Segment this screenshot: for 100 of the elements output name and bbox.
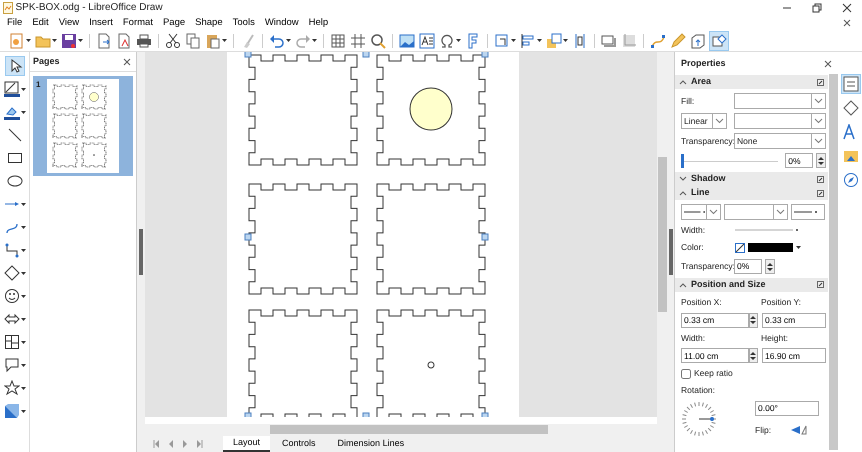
menu-item[interactable]: Shape [190, 15, 228, 30]
selection-handle[interactable] [244, 234, 252, 240]
menu-item[interactable]: Insert [84, 15, 118, 30]
spin-button[interactable] [816, 153, 826, 168]
box-outline-drawing[interactable] [248, 184, 358, 294]
selection-handle[interactable] [482, 234, 488, 240]
spin-button[interactable] [749, 348, 758, 364]
small-circle-shape[interactable] [428, 362, 434, 368]
layer-tab[interactable]: Dimension Lines [328, 436, 414, 452]
scrollbar-thumb[interactable] [270, 425, 548, 434]
panel-title: Properties [681, 56, 726, 70]
copy-button[interactable] [184, 30, 202, 50]
section-header[interactable]: Area [675, 75, 828, 89]
transparency-slider[interactable] [681, 154, 778, 168]
flip-vertical-button[interactable] [789, 424, 810, 436]
selection-handle[interactable] [362, 52, 370, 58]
gallery-icon [843, 148, 859, 164]
line-transparency-field[interactable]: 0% [734, 258, 762, 274]
box-outline-drawing[interactable] [376, 54, 486, 166]
diamond-icon [843, 100, 859, 116]
line-sample-icon [794, 210, 818, 214]
selection-handle[interactable] [244, 412, 252, 417]
caret-icon [20, 364, 26, 366]
scrollbar-thumb[interactable] [658, 157, 667, 312]
smiley-tool-button[interactable] [2, 286, 26, 306]
width-field[interactable]: 11.00 cm [681, 348, 749, 364]
selection-handle[interactable] [482, 412, 488, 417]
caret-icon [20, 386, 26, 390]
line-style-dropdown[interactable] [681, 204, 721, 220]
star-icon [4, 380, 20, 396]
selection-handle[interactable] [482, 52, 488, 58]
section-header[interactable]: Line [675, 186, 828, 200]
rotation-dial[interactable] [681, 400, 717, 437]
cube-icon [690, 32, 706, 48]
window-title: SPK-BOX.odg - LibreOffice Draw [16, 1, 163, 15]
circle-shape[interactable] [410, 88, 452, 130]
diamond-tool-button[interactable] [2, 263, 26, 283]
box-outline-drawing[interactable] [248, 54, 358, 166]
spin-button[interactable] [749, 312, 758, 328]
scrollbar-track[interactable] [829, 74, 838, 450]
diamond-tab[interactable] [842, 98, 860, 118]
line-color-button[interactable] [734, 240, 802, 255]
caret-icon [20, 226, 26, 228]
menu-item[interactable]: Edit [27, 15, 54, 30]
spin-button[interactable] [765, 258, 775, 274]
menu-item[interactable]: File [2, 15, 28, 30]
new-document-button[interactable] [8, 30, 32, 50]
page-thumbnail-item[interactable]: 1 [33, 76, 133, 176]
checkbox-label[interactable]: Keep ratio [694, 367, 733, 380]
position-x-field[interactable]: 0.33 cm [681, 312, 749, 328]
shapes-button[interactable] [709, 30, 729, 50]
arrange-icon [546, 32, 562, 48]
splitter-handle[interactable] [139, 229, 143, 275]
box-outline-drawing[interactable] [376, 184, 486, 294]
star-tool-button[interactable] [2, 378, 26, 398]
section-header[interactable]: Shadow [675, 172, 828, 186]
field-label: Width: [681, 224, 706, 237]
transparency-dropdown[interactable]: None [734, 133, 826, 149]
rotation-field[interactable]: 0.00° [755, 400, 819, 416]
layer-tab[interactable]: Layout [223, 436, 270, 452]
helplines-icon [350, 32, 366, 48]
spin-arrows-icon [818, 156, 824, 166]
chevron-icon [814, 118, 823, 124]
box-outline-drawing[interactable] [376, 310, 486, 417]
selection-handle[interactable] [362, 412, 370, 417]
arrange-button[interactable] [545, 30, 569, 50]
layer-tab[interactable]: Controls [272, 436, 326, 452]
box-outline-drawing[interactable] [248, 310, 358, 417]
height-field[interactable]: 16.90 cm [762, 348, 826, 364]
spin-arrows-icon [767, 262, 773, 272]
line-color-tool-button[interactable] [2, 79, 26, 99]
section-header[interactable]: Position and Size [675, 278, 828, 292]
transparency-spin-field[interactable]: 0% [785, 153, 814, 168]
cube-tool-button[interactable] [2, 401, 26, 421]
menu-item[interactable]: Window [260, 15, 304, 30]
slider-thumb[interactable] [681, 154, 684, 168]
menu-item[interactable]: Help [304, 15, 334, 30]
menu-item[interactable]: Format [118, 15, 158, 30]
close-icon [843, 18, 851, 26]
caret-icon [20, 202, 26, 206]
menu-item[interactable]: Tools [228, 15, 260, 30]
position-y-field[interactable]: 0.33 cm [762, 312, 826, 328]
double-arrow-icon [4, 311, 20, 327]
selection-handle[interactable] [244, 52, 252, 58]
keep-ratio-checkbox[interactable] [681, 368, 691, 379]
pointer-tool-button[interactable] [4, 56, 24, 76]
chevron-icon [814, 138, 823, 144]
gradient-type-dropdown[interactable]: Linear [681, 113, 727, 129]
menu-item[interactable]: Page [158, 15, 190, 30]
collapse-icon [679, 190, 687, 196]
line-end-dropdown[interactable] [791, 204, 825, 220]
properties-tab[interactable] [841, 74, 861, 94]
caret-icon [20, 294, 26, 298]
splitter-handle[interactable] [669, 229, 673, 275]
navigator-tab[interactable] [842, 170, 860, 190]
flowchart-tool-button[interactable] [2, 332, 26, 352]
menu-item[interactable]: View [54, 15, 84, 30]
caret-icon [537, 39, 542, 42]
caret-icon [78, 39, 83, 42]
text-box-button[interactable] [418, 30, 436, 50]
